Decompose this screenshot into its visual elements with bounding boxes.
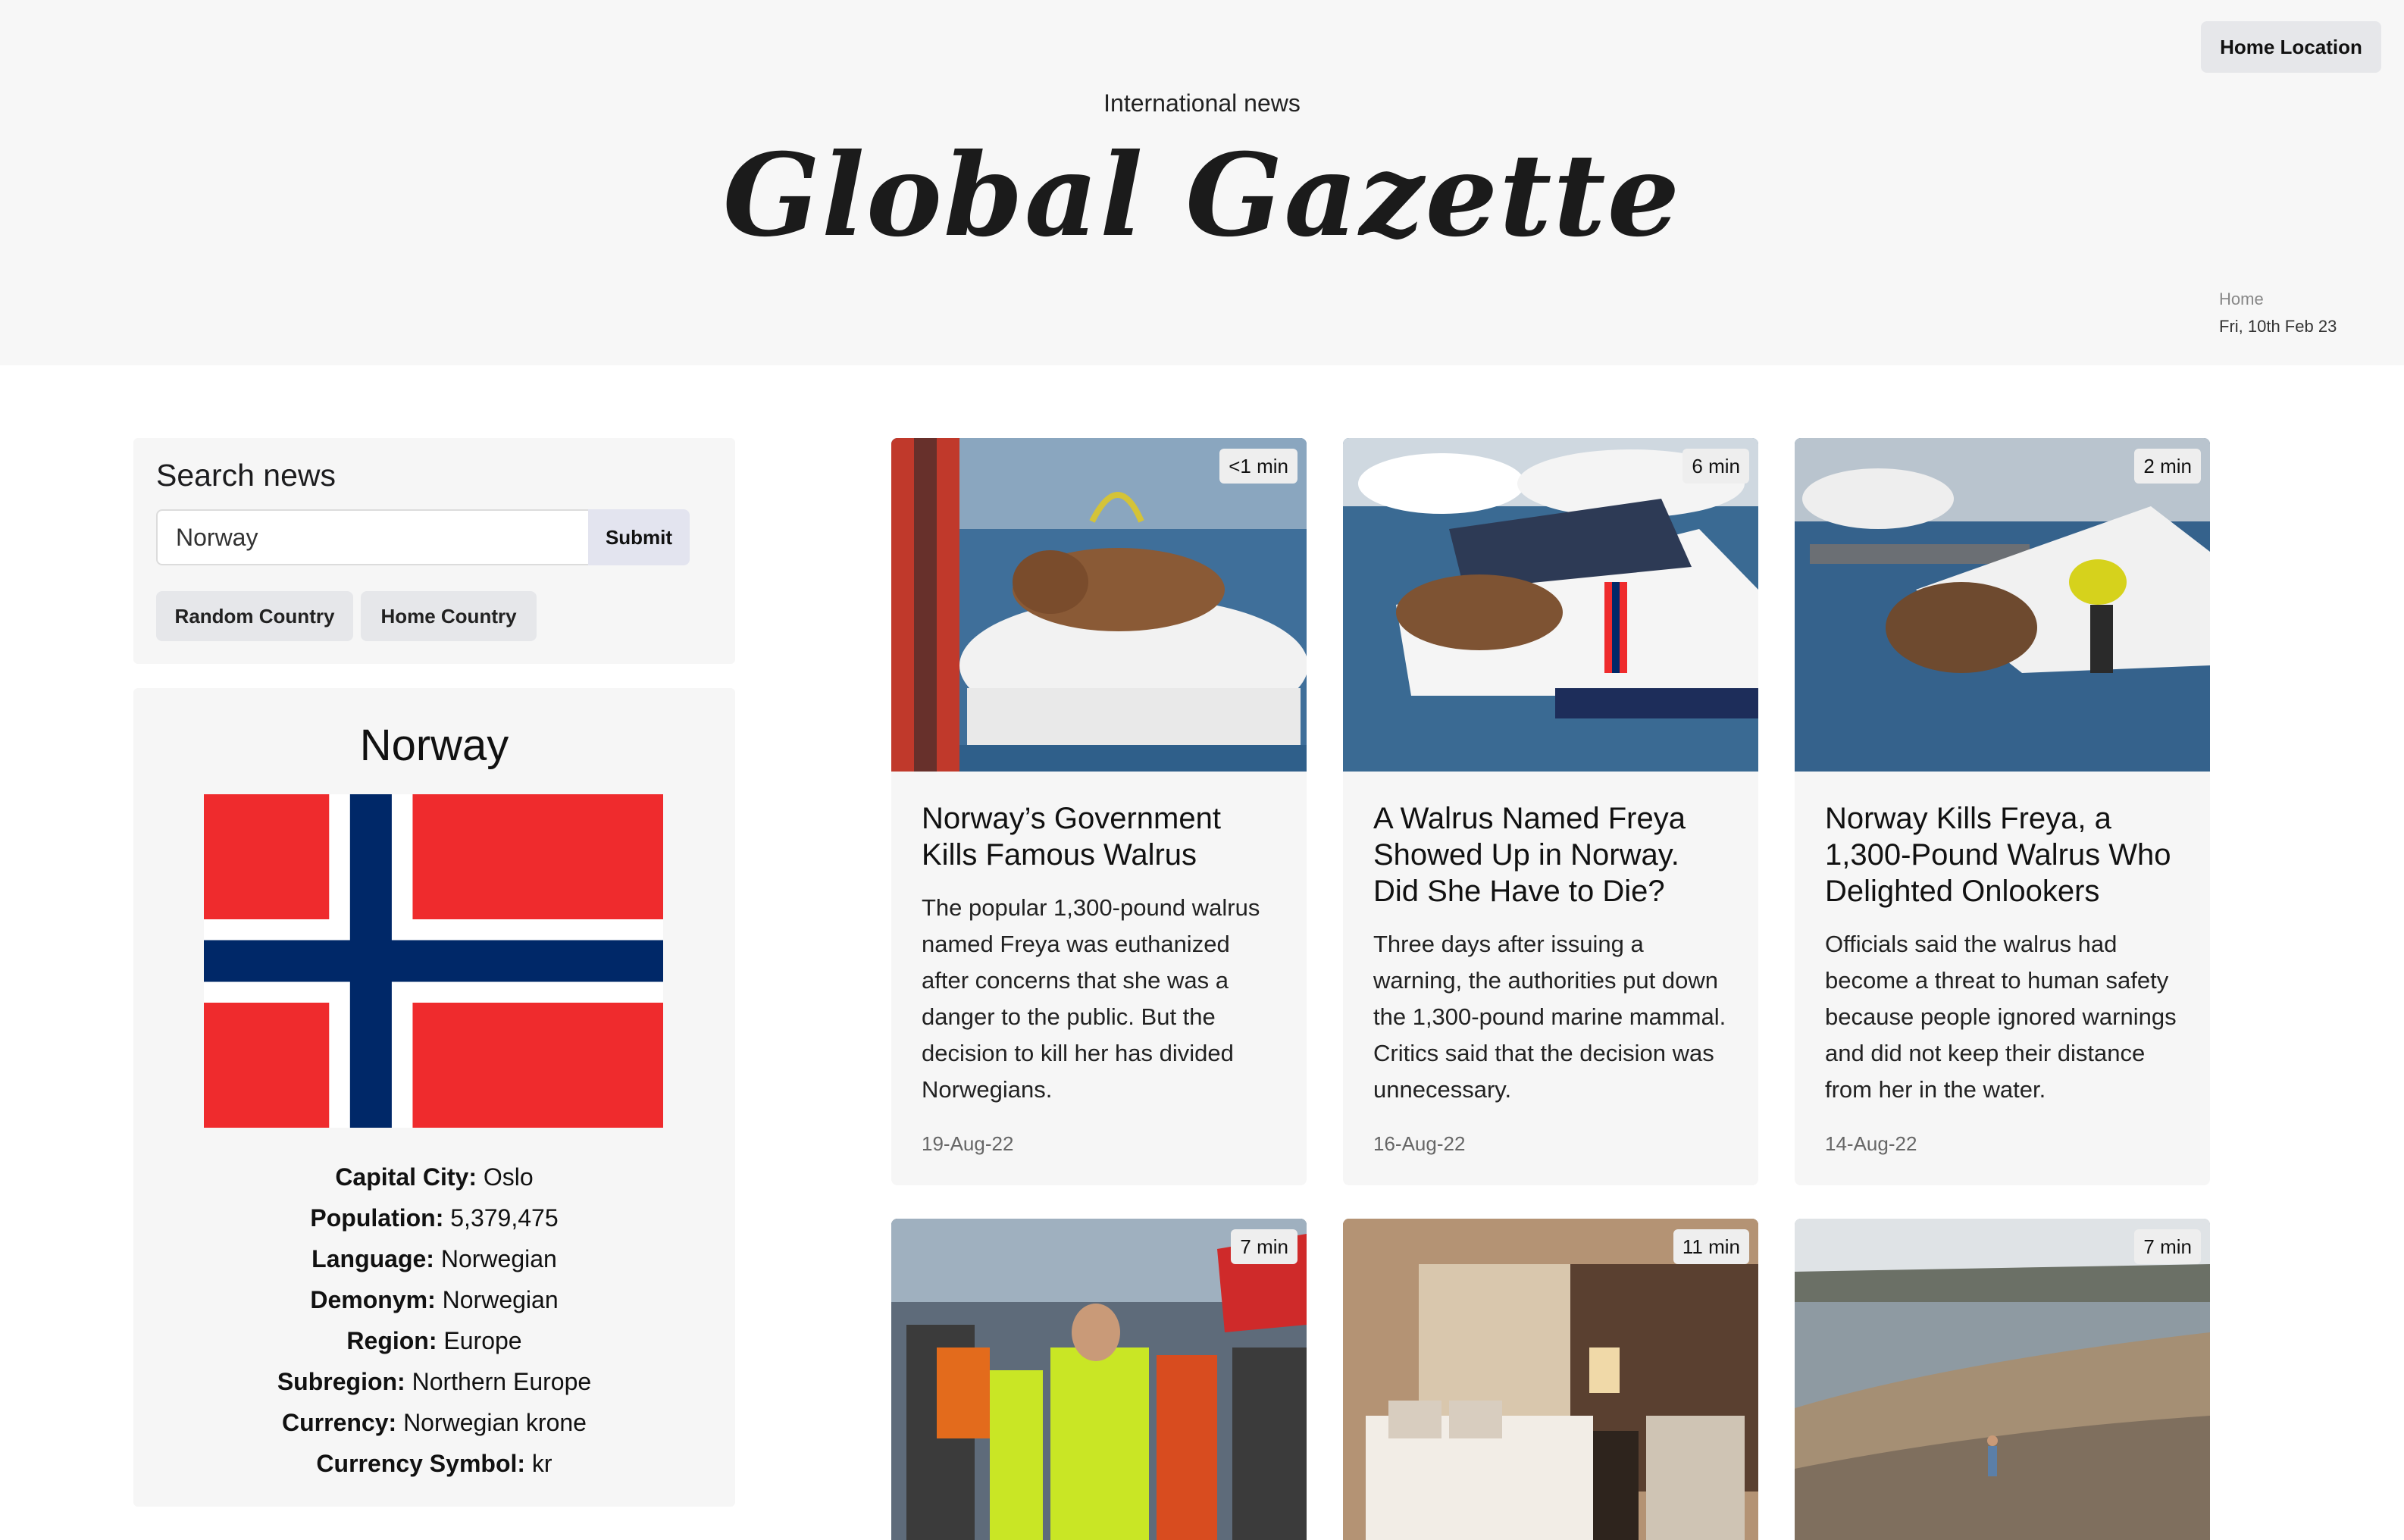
- walrus-in-water-photo: [1795, 438, 2210, 772]
- article-description: The popular 1,300-pound walrus named Fre…: [922, 894, 1260, 1103]
- article-description: Officials said the walrus had become a t…: [1825, 931, 2177, 1103]
- fact-subregion: Subregion: Northern Europe: [277, 1368, 592, 1395]
- home-country-button[interactable]: Home Country: [361, 591, 537, 641]
- read-time-badge: 6 min: [1682, 449, 1749, 484]
- home-location-button[interactable]: Home Location: [2201, 21, 2381, 73]
- walrus-beside-boat-photo: [1343, 438, 1758, 772]
- norway-flag-image: [204, 794, 663, 1128]
- header-kicker: International news: [1103, 89, 1301, 117]
- fact-region: Region: Europe: [346, 1327, 522, 1354]
- rocky-shore-photo: [1795, 1219, 2210, 1540]
- site-header: Home Location International news Global …: [0, 0, 2404, 365]
- search-input[interactable]: [156, 509, 588, 565]
- article-title[interactable]: Norway Kills Freya, a 1,300-Pound Walrus…: [1825, 800, 2181, 909]
- read-time-badge: <1 min: [1219, 449, 1297, 484]
- submit-button[interactable]: Submit: [588, 509, 690, 565]
- read-time-badge: 11 min: [1673, 1229, 1749, 1264]
- protest-march-photo: [891, 1219, 1307, 1540]
- fact-demonym: Demonym: Norwegian: [310, 1286, 559, 1313]
- fact-population: Population: 5,379,475: [310, 1204, 559, 1232]
- article-card[interactable]: 7 min: [891, 1219, 1307, 1540]
- country-facts: Capital City: Oslo Population: 5,379,475…: [133, 1157, 735, 1484]
- article-title[interactable]: Norway’s Government Kills Famous Walrus: [922, 800, 1278, 873]
- current-date: Fri, 10th Feb 23: [2219, 317, 2337, 336]
- hotel-room-photo: [1343, 1219, 1758, 1540]
- article-card[interactable]: 11 min: [1343, 1219, 1758, 1540]
- random-country-button[interactable]: Random Country: [156, 591, 353, 641]
- country-info-panel: Norway Capital City: Oslo Population: 5,…: [133, 688, 735, 1507]
- article-card[interactable]: 2 min Norway Kills Freya, a 1,300-Pound …: [1795, 438, 2210, 1185]
- search-title: Search news: [156, 458, 336, 493]
- article-date: 19-Aug-22: [922, 1132, 1014, 1155]
- read-time-badge: 7 min: [1231, 1229, 1297, 1264]
- article-date: 14-Aug-22: [1825, 1132, 1917, 1155]
- article-description: Three days after issuing a warning, the …: [1373, 931, 1726, 1103]
- read-time-badge: 2 min: [2134, 449, 2201, 484]
- fact-currency: Currency: Norwegian krone: [282, 1409, 587, 1436]
- article-card[interactable]: 6 min A Walrus Named Freya Showed Up in …: [1343, 438, 1758, 1185]
- article-card[interactable]: <1 min Norway’s Government Kills Famous …: [891, 438, 1307, 1185]
- fact-currency-symbol: Currency Symbol: kr: [316, 1450, 552, 1477]
- article-card[interactable]: 7 min: [1795, 1219, 2210, 1540]
- country-name: Norway: [359, 721, 509, 770]
- article-title[interactable]: A Walrus Named Freya Showed Up in Norway…: [1373, 800, 1729, 909]
- search-panel: Search news Submit Random Country Home C…: [133, 438, 735, 664]
- walrus-on-boat-photo: [891, 438, 1307, 772]
- fact-capital: Capital City: Oslo: [335, 1163, 534, 1191]
- breadcrumb[interactable]: Home: [2219, 290, 2264, 309]
- article-date: 16-Aug-22: [1373, 1132, 1466, 1155]
- site-logo[interactable]: Global Gazette: [0, 127, 2404, 264]
- fact-language: Language: Norwegian: [311, 1245, 557, 1272]
- read-time-badge: 7 min: [2134, 1229, 2201, 1264]
